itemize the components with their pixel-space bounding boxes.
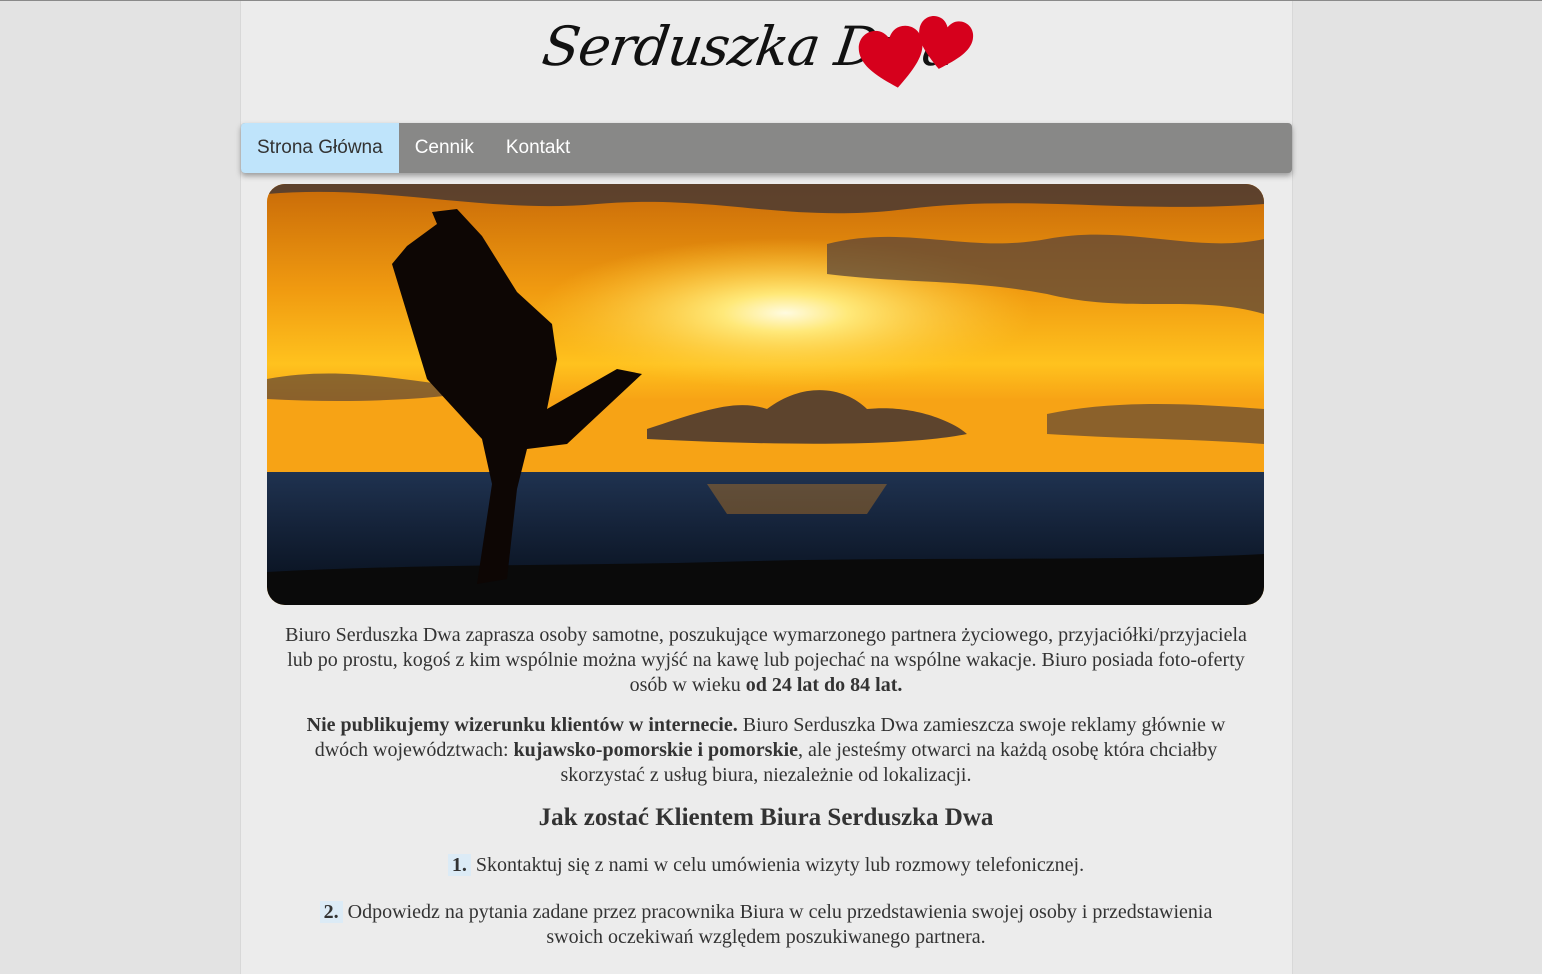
how-to-heading: Jak zostać Klientem Biura Serduszka Dwa <box>538 804 994 831</box>
step-number: 2. <box>319 901 343 923</box>
intro-paragraph-2: Nie publikujemy wizerunku klientów w int… <box>281 713 1251 788</box>
step-text: Skontaktuj się z nami w celu umówienia w… <box>470 854 1085 876</box>
intro-regions: kujawsko-pomorskie i pomorskie <box>513 739 799 761</box>
sunset-couple-illustration <box>267 184 1264 605</box>
two-hearts-icon <box>858 16 974 88</box>
site-header: Serduszka Dwa <box>241 1 1292 121</box>
step-2: 2. Odpowiedz na pytania zadane przez pra… <box>281 900 1251 950</box>
intro-paragraph-1: Biuro Serduszka Dwa zaprasza osoby samot… <box>281 623 1251 698</box>
main-nav: Strona Główna Cennik Kontakt <box>241 123 1292 173</box>
intro-privacy-note: Nie publikujemy wizerunku klientów w int… <box>306 714 738 736</box>
hero-image <box>267 184 1264 605</box>
nav-item-pricing[interactable]: Cennik <box>399 123 490 173</box>
nav-item-home[interactable]: Strona Główna <box>241 123 399 173</box>
step-number: 1. <box>447 854 471 876</box>
main-content: Biuro Serduszka Dwa zaprasza osoby samot… <box>281 623 1251 965</box>
nav-item-contact[interactable]: Kontakt <box>490 123 586 173</box>
intro-age-range: od 24 lat do 84 lat. <box>745 674 903 696</box>
step-1: 1. Skontaktuj się z nami w celu umówieni… <box>281 853 1251 878</box>
page-container: Serduszka Dwa Strona Główna Cennik Konta… <box>240 1 1293 974</box>
step-text: Odpowiedz na pytania zadane przez pracow… <box>342 901 1213 948</box>
